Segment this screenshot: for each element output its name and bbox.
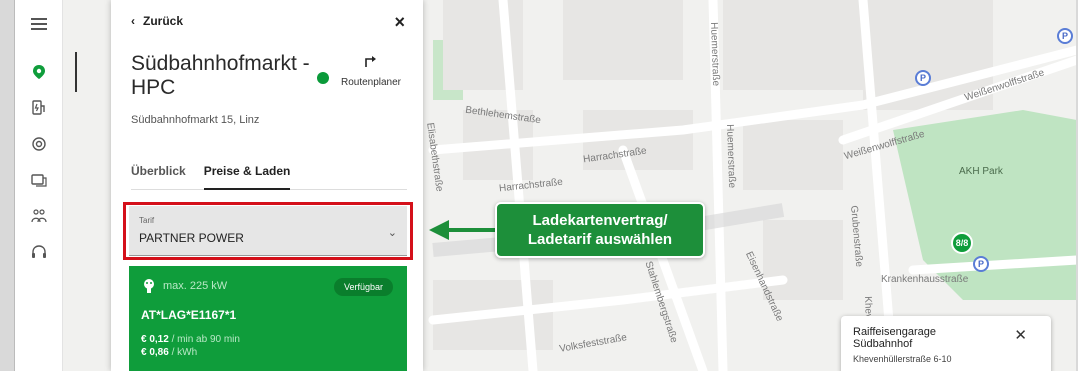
parking-marker[interactable]: P <box>1057 28 1073 44</box>
street-label: Krankenhausstraße <box>881 274 969 285</box>
parking-marker[interactable]: P <box>973 256 989 272</box>
charging-cluster-marker[interactable]: 8/8 <box>951 232 973 254</box>
app-window: Bethlehemstraße Elisabethstraße Harrachs… <box>14 0 1076 371</box>
info-card-address: Khevenhüllerstraße 6-10 <box>853 354 952 364</box>
connector-id: AT*LAG*E1167*1 <box>141 308 237 322</box>
card-icon[interactable] <box>27 168 51 192</box>
price-time-unit: / min ab 90 min <box>171 334 240 345</box>
active-indicator <box>75 52 77 92</box>
close-icon[interactable]: ✕ <box>1014 326 1027 344</box>
street-label: Huemerstraße <box>708 22 722 87</box>
price-time: € 0,12 / min ab 90 min <box>141 334 395 345</box>
route-planner-label: Routenplaner <box>340 77 402 88</box>
people-icon[interactable] <box>27 204 51 228</box>
callout-line-1: Ladekartenvertrag/ <box>532 212 668 229</box>
annotation-callout: Ladekartenvertrag/ Ladetarif auswählen <box>495 202 705 258</box>
tab-prices-charging[interactable]: Preise & Laden <box>203 160 291 190</box>
target-icon[interactable] <box>27 132 51 156</box>
connector-card[interactable]: max. 225 kW Verfügbar AT*LAG*E1167*1 € 0… <box>129 266 407 371</box>
callout-line-2: Ladetarif auswählen <box>527 231 673 248</box>
park-label: AKH Park <box>959 166 1003 177</box>
charging-station-icon[interactable] <box>27 96 51 120</box>
station-detail-panel: ‹ Zurück × Südbahnhofmarkt - HPC Routenp… <box>111 0 423 371</box>
status-badge: Verfügbar <box>333 278 393 296</box>
tab-overview[interactable]: Überblick <box>131 160 186 190</box>
price-time-value: € 0,12 <box>141 334 169 345</box>
info-card-subtitle: Südbahnhof <box>853 338 913 350</box>
chevron-left-icon: ‹ <box>131 14 135 28</box>
turn-right-icon <box>365 56 376 67</box>
location-info-card[interactable]: Raiffeisengarage Südbahnhof Khevenhüller… <box>841 316 1051 371</box>
back-button[interactable]: ‹ Zurück <box>131 14 183 28</box>
price-energy: € 0,86 / kWh <box>141 347 395 358</box>
station-address: Südbahnhofmarkt 15, Linz <box>131 114 260 126</box>
parking-marker[interactable]: P <box>915 70 931 86</box>
detail-tabs: Überblick Preise & Laden <box>131 160 407 190</box>
callout-arrow-line <box>447 228 495 232</box>
connector-power: max. 225 kW <box>163 280 228 292</box>
station-title: Südbahnhofmarkt - HPC <box>131 52 310 99</box>
close-button[interactable]: × <box>394 12 405 33</box>
location-pin-icon[interactable] <box>27 60 51 84</box>
menu-icon[interactable] <box>27 12 51 36</box>
highlight-frame <box>123 202 413 260</box>
headset-icon[interactable] <box>27 240 51 264</box>
price-energy-value: € 0,86 <box>141 347 169 358</box>
price-energy-unit: / kWh <box>171 347 198 358</box>
back-label: Zurück <box>143 14 184 28</box>
left-nav-rail <box>15 0 63 371</box>
route-planner-button[interactable]: Routenplaner <box>335 54 407 88</box>
street-label: Huemerstraße <box>724 124 738 189</box>
info-card-title: Raiffeisengarage <box>853 326 936 338</box>
available-status-icon <box>317 72 329 84</box>
plug-icon <box>144 279 154 293</box>
callout-arrow-head <box>429 220 449 240</box>
